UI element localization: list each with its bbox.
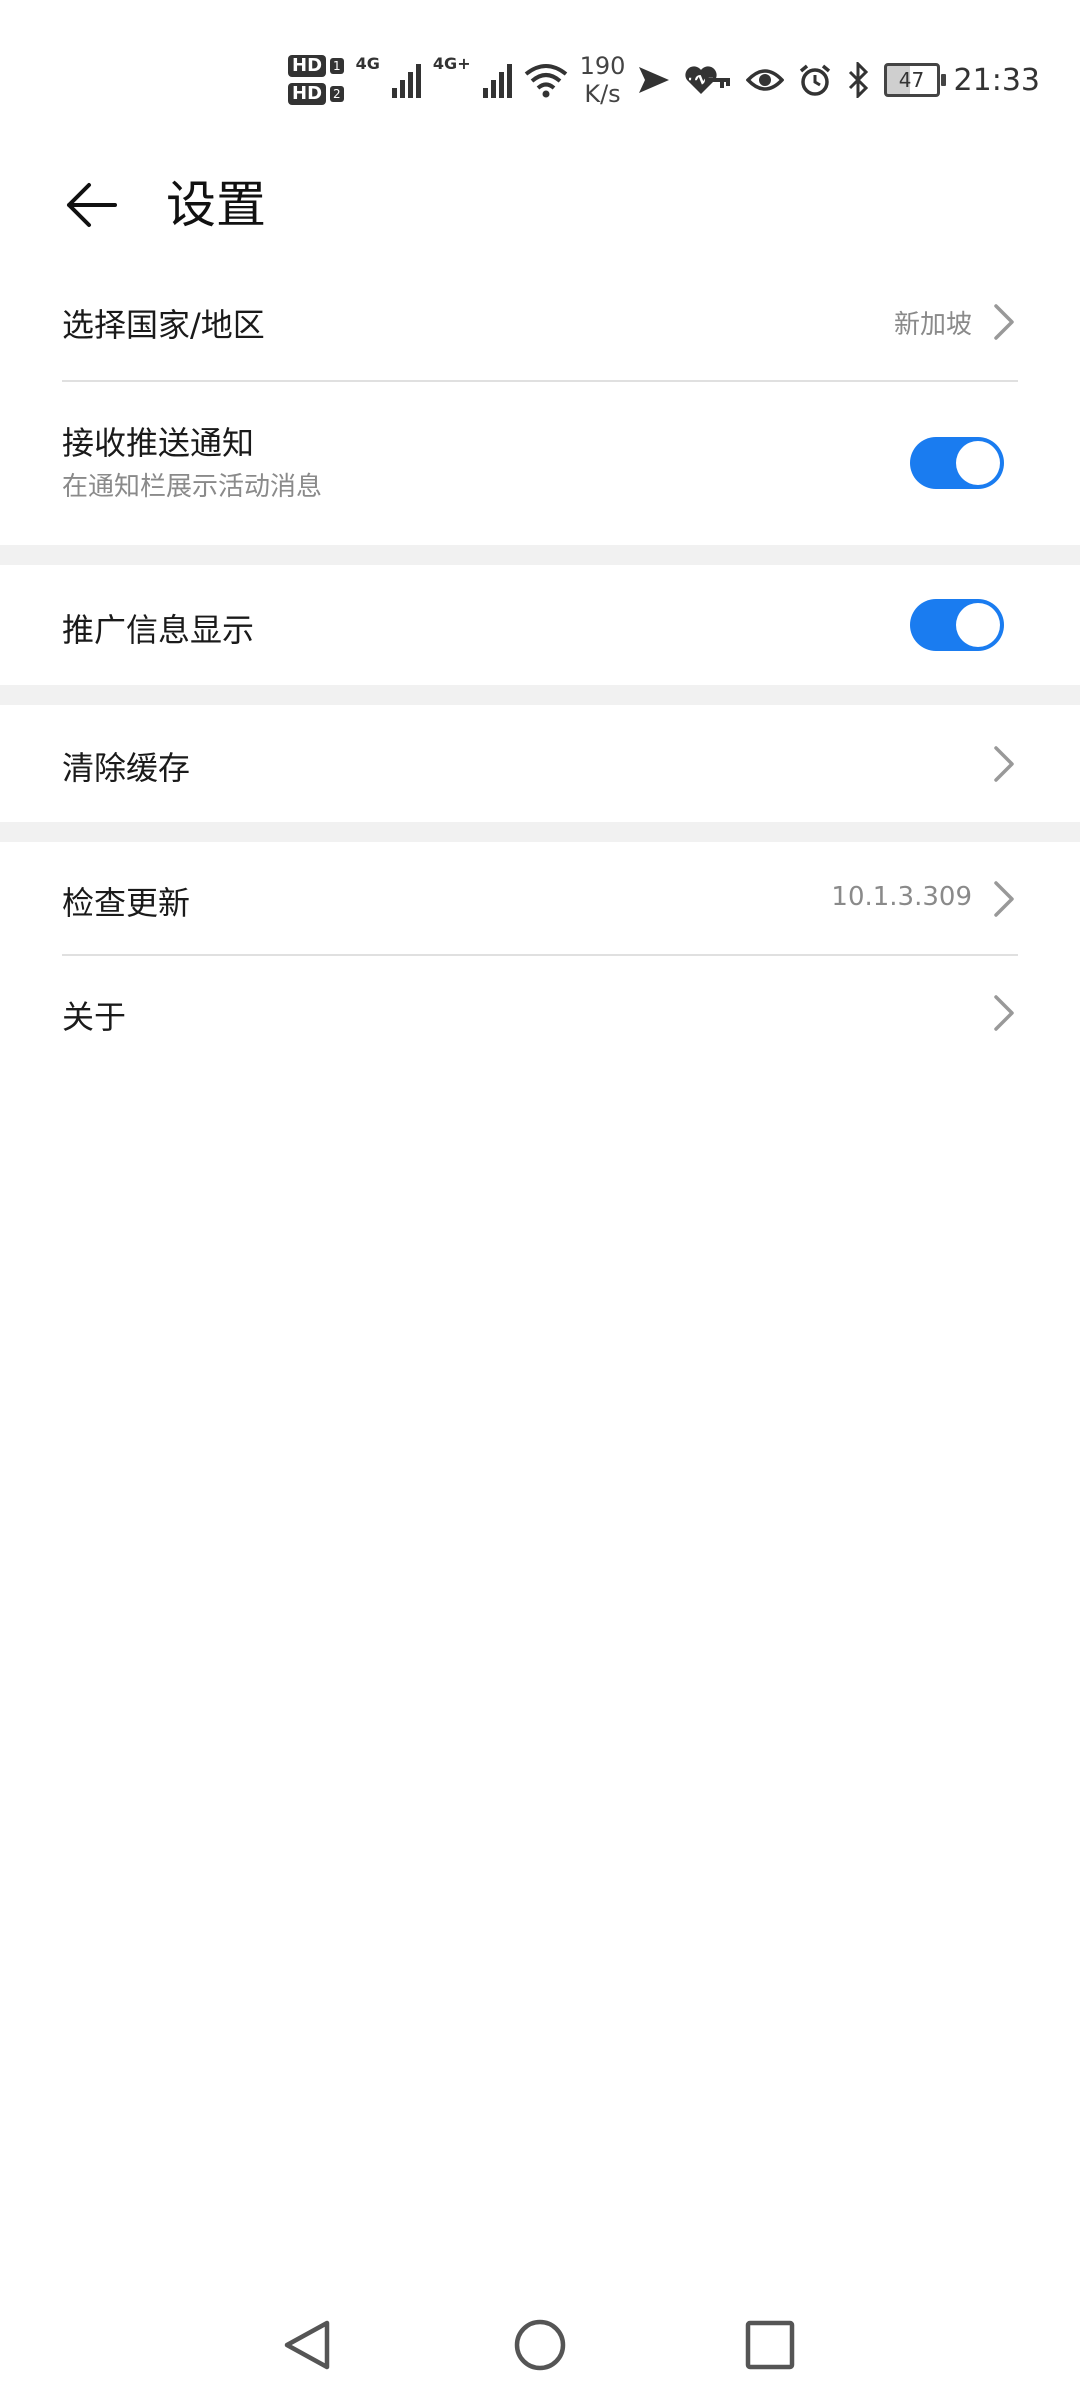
setting-about[interactable]: 关于 [0,956,1080,1074]
send-icon [639,67,670,93]
setting-update-title: 检查更新 [62,884,191,922]
status-bar: HD 1 HD 2 4G 4G+ 190 K/s 47 21:33 [0,0,1080,150]
network-label-1: 4G [355,54,380,73]
setting-promo-title: 推广信息显示 [62,611,255,649]
chevron-right-icon [994,746,1014,782]
arrow-left-icon [67,183,117,227]
back-triangle-icon [284,2320,330,2370]
toggle-knob [956,441,1000,485]
page-title: 设置 [166,176,266,234]
chevron-right-icon [994,881,1014,917]
battery-icon: 47 [883,63,946,97]
setting-cache-title: 清除缓存 [62,749,191,787]
network-label-2: 4G+ [432,54,471,73]
sim-number-2: 2 [330,86,344,102]
nav-home-button[interactable] [505,2310,575,2380]
home-circle-icon [514,2319,566,2371]
speed-unit: K/s [584,80,621,108]
setting-update[interactable]: 检查更新 10.1.3.309 [0,842,1080,956]
sim-indicators: HD 1 HD 2 [288,55,344,105]
setting-push: 接收推送通知 在通知栏展示活动消息 [0,382,1080,545]
setting-promo: 推广信息显示 [0,565,1080,685]
alarm-icon [799,64,830,96]
eye-icon [745,69,784,91]
section-gap [0,822,1080,842]
setting-region-value: 新加坡 [893,310,972,340]
hd-badge-2: HD [288,83,327,105]
hd-badge-1: HD [288,55,327,77]
nav-recents-button[interactable] [735,2310,805,2380]
nav-back-button[interactable] [272,2310,342,2380]
signal-icon-1 [391,62,421,98]
key-icon [690,71,730,89]
setting-region[interactable]: 选择国家/地区 新加坡 [0,260,1080,382]
wifi-icon [524,64,567,98]
clock: 21:33 [953,62,1040,98]
promo-toggle[interactable] [910,599,1004,651]
speed-value: 190 [579,52,626,80]
navigation-bar [0,2290,1080,2400]
network-speed: 190 K/s [580,52,626,108]
chevron-right-icon [994,995,1014,1031]
signal-icon-2 [482,62,512,98]
back-button[interactable] [56,170,126,240]
battery-level: 47 [898,68,925,92]
setting-push-title: 接收推送通知 [62,424,255,462]
section-gap [0,545,1080,565]
bluetooth-icon [848,62,868,98]
setting-region-title: 选择国家/地区 [62,306,265,344]
status-right: 47 21:33 [690,52,1040,108]
recents-square-icon [745,2320,795,2370]
setting-update-value: 10.1.3.309 [831,882,972,912]
setting-about-title: 关于 [62,998,127,1036]
settings-list: 选择国家/地区 新加坡 接收推送通知 在通知栏展示活动消息 推广信息显示 清除缓… [0,260,1080,1074]
status-left: HD 1 HD 2 4G 4G+ 190 K/s [288,48,719,112]
toggle-knob [956,603,1000,647]
chevron-right-icon [994,304,1014,340]
push-toggle[interactable] [910,437,1004,489]
setting-push-subtitle: 在通知栏展示活动消息 [62,472,323,502]
setting-cache[interactable]: 清除缓存 [0,705,1080,822]
section-gap [0,685,1080,705]
sim-number-1: 1 [330,58,344,74]
